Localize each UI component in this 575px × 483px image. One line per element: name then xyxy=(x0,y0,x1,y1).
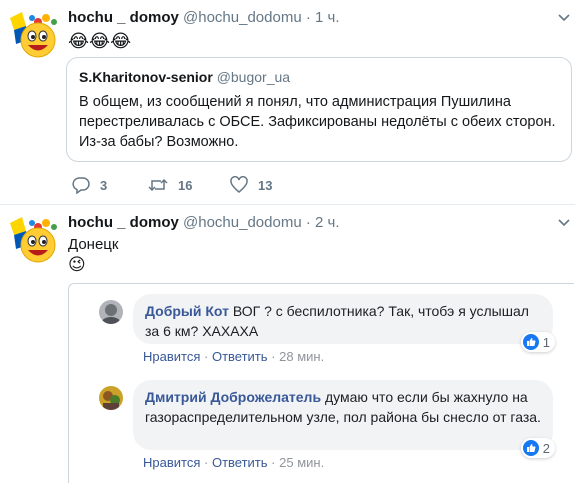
meta-separator: · xyxy=(271,349,276,364)
separator: · xyxy=(305,9,311,26)
reaction-count[interactable]: 1 xyxy=(520,332,555,352)
reply-link[interactable]: Ответить xyxy=(212,455,268,470)
chevron-down-icon[interactable] xyxy=(557,10,571,22)
author-handle[interactable]: @hochu_dodomu xyxy=(183,214,302,231)
tweet-text: Донецк xyxy=(68,236,119,253)
reply-icon xyxy=(72,176,90,194)
author-name[interactable]: hochu _ domoy xyxy=(68,9,179,26)
tweet-actions: 3 16 13 xyxy=(72,176,372,196)
like-link[interactable]: Нравится xyxy=(143,455,200,470)
comment-time[interactable]: 28 мин. xyxy=(279,349,324,364)
reaction-count[interactable]: 2 xyxy=(520,438,555,458)
chevron-down-icon[interactable] xyxy=(557,215,571,227)
quote-author-name: S.Kharitonov-senior xyxy=(79,69,213,85)
commenter-avatar[interactable] xyxy=(99,386,123,410)
reaction-number: 1 xyxy=(542,334,550,350)
heart-icon xyxy=(230,176,248,194)
comment-bubble: Дмитрий Доброжелатель думаю что если бы … xyxy=(133,380,553,450)
thumbs-up-icon xyxy=(522,440,539,456)
timestamp[interactable]: 1 ч. xyxy=(315,9,340,26)
meta-separator: · xyxy=(204,349,209,364)
comment-meta: Нравится · Ответить · 25 мин. xyxy=(143,455,324,470)
reaction-number: 2 xyxy=(542,440,550,456)
timestamp[interactable]: 2 ч. xyxy=(315,214,340,231)
separator: · xyxy=(305,214,311,231)
avatar[interactable] xyxy=(8,215,58,265)
comment-bubble: Добрый Кот ВОГ ? с беспилотника? Так, чт… xyxy=(133,294,553,344)
tweet[interactable]: hochu _ domoy @hochu_dodomu · 1 ч. 😂😂😂 S… xyxy=(0,0,575,205)
comment-time[interactable]: 25 мин. xyxy=(279,455,324,470)
commenter-avatar[interactable] xyxy=(99,300,123,324)
reply-button[interactable]: 3 xyxy=(72,176,107,194)
tweet-header: hochu _ domoy @hochu_dodomu · 1 ч. xyxy=(68,8,340,28)
like-link[interactable]: Нравится xyxy=(143,349,200,364)
quoted-tweet[interactable]: S.Kharitonov-senior @bugor_ua В общем, и… xyxy=(66,57,572,162)
meta-separator: · xyxy=(204,455,209,470)
retweet-icon xyxy=(148,176,168,194)
quote-author-handle: @bugor_ua xyxy=(216,69,291,85)
wink-emoji: 😉 xyxy=(68,255,86,274)
comment-author[interactable]: Дмитрий Доброжелатель xyxy=(145,389,321,405)
tweet[interactable]: hochu _ domoy @hochu_dodomu · 2 ч. Донец… xyxy=(0,205,575,483)
tweet-text: 😂😂😂 xyxy=(68,31,132,51)
reply-count: 3 xyxy=(100,177,108,193)
retweet-count: 16 xyxy=(178,177,193,193)
thumbs-up-icon xyxy=(522,334,539,350)
comment-author[interactable]: Добрый Кот xyxy=(145,303,229,319)
meta-separator: · xyxy=(271,455,276,470)
tweet-header: hochu _ domoy @hochu_dodomu · 2 ч. xyxy=(68,213,340,233)
reply-link[interactable]: Ответить xyxy=(212,349,268,364)
quote-header: S.Kharitonov-senior @bugor_ua xyxy=(79,68,559,86)
avatar[interactable] xyxy=(8,10,58,60)
quote-text: В общем, из сообщений я понял, что админ… xyxy=(79,94,556,150)
author-handle[interactable]: @hochu_dodomu xyxy=(183,9,302,26)
like-count: 13 xyxy=(258,177,273,193)
author-name[interactable]: hochu _ domoy xyxy=(68,214,179,231)
like-button[interactable]: 13 xyxy=(230,176,272,194)
attached-screenshot[interactable]: Добрый Кот ВОГ ? с беспилотника? Так, чт… xyxy=(68,283,574,483)
comment-meta: Нравится · Ответить · 28 мин. xyxy=(143,349,324,364)
retweet-button[interactable]: 16 xyxy=(148,176,192,194)
